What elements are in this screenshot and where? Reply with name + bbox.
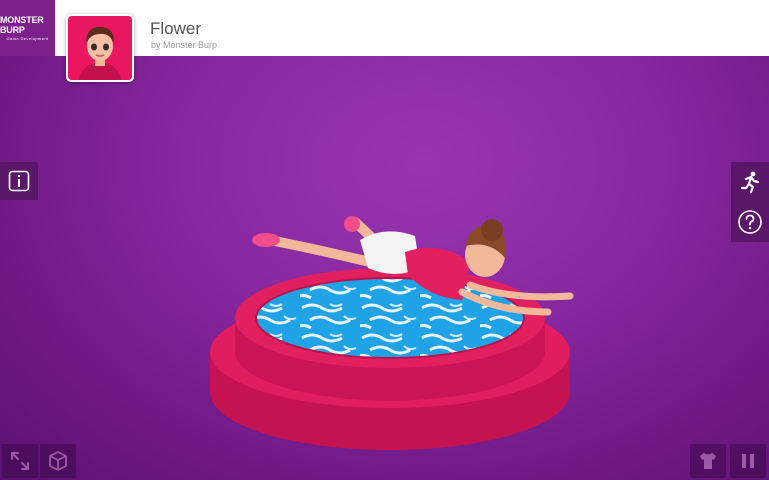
- avatar[interactable]: [66, 14, 134, 82]
- model-viewport[interactable]: [0, 56, 769, 480]
- shirt-icon: [700, 453, 716, 469]
- help-button[interactable]: [731, 202, 769, 242]
- info-icon: [8, 170, 30, 192]
- fullscreen-button[interactable]: [2, 444, 38, 478]
- brand-logo[interactable]: MONSTER BURP Game Development: [0, 0, 55, 56]
- expand-icon: [11, 452, 29, 470]
- question-icon: [738, 210, 762, 234]
- pause-icon: [742, 454, 754, 468]
- info-button[interactable]: [0, 162, 38, 200]
- animation-button[interactable]: [731, 162, 769, 202]
- vr-button[interactable]: [40, 444, 76, 478]
- model-title[interactable]: Flower: [150, 19, 201, 39]
- running-icon: [740, 171, 760, 194]
- brand-tagline: Game Development: [6, 36, 49, 41]
- cube-icon: [49, 451, 67, 471]
- outfit-button[interactable]: [690, 444, 726, 478]
- avatar-image: [68, 16, 132, 80]
- pause-button[interactable]: [730, 444, 766, 478]
- pool-scene: [210, 216, 574, 450]
- brand-name: MONSTER BURP: [0, 15, 44, 35]
- model-author[interactable]: by Monster Burp: [151, 40, 217, 50]
